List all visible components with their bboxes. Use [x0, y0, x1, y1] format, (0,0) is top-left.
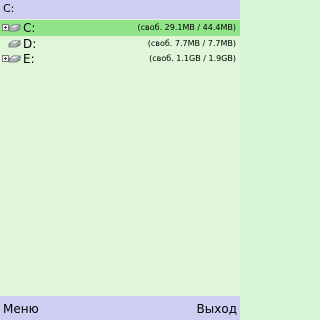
drive-label: C: — [23, 21, 36, 35]
drive-icon — [8, 55, 21, 63]
drive-row-d[interactable]: D: (своб. 7.7MB / 7.7MB) — [0, 36, 240, 52]
menu-softkey[interactable]: Меню — [3, 302, 39, 316]
drive-space-info: (своб. 1.1GB / 1.9GB) — [149, 54, 236, 63]
drive-space-info: (своб. 7.7MB / 7.7MB) — [147, 39, 236, 48]
drive-label: D: — [23, 37, 37, 51]
current-path-title: C: — [3, 2, 15, 15]
drive-list: C: (своб. 29.1MB / 44.4MB) D: (своб. 7.7… — [0, 19, 240, 296]
drive-label: E: — [23, 52, 35, 66]
drive-icon — [8, 40, 21, 48]
exit-softkey[interactable]: Выход — [197, 302, 237, 316]
softkey-bar: Меню Выход — [0, 296, 240, 320]
drive-icon — [8, 24, 21, 32]
drive-space-info: (своб. 29.1MB / 44.4MB) — [137, 23, 236, 32]
title-bar: C: — [0, 0, 240, 19]
drive-row-e[interactable]: E: (своб. 1.1GB / 1.9GB) — [0, 51, 240, 67]
drive-row-c[interactable]: C: (своб. 29.1MB / 44.4MB) — [0, 20, 240, 36]
